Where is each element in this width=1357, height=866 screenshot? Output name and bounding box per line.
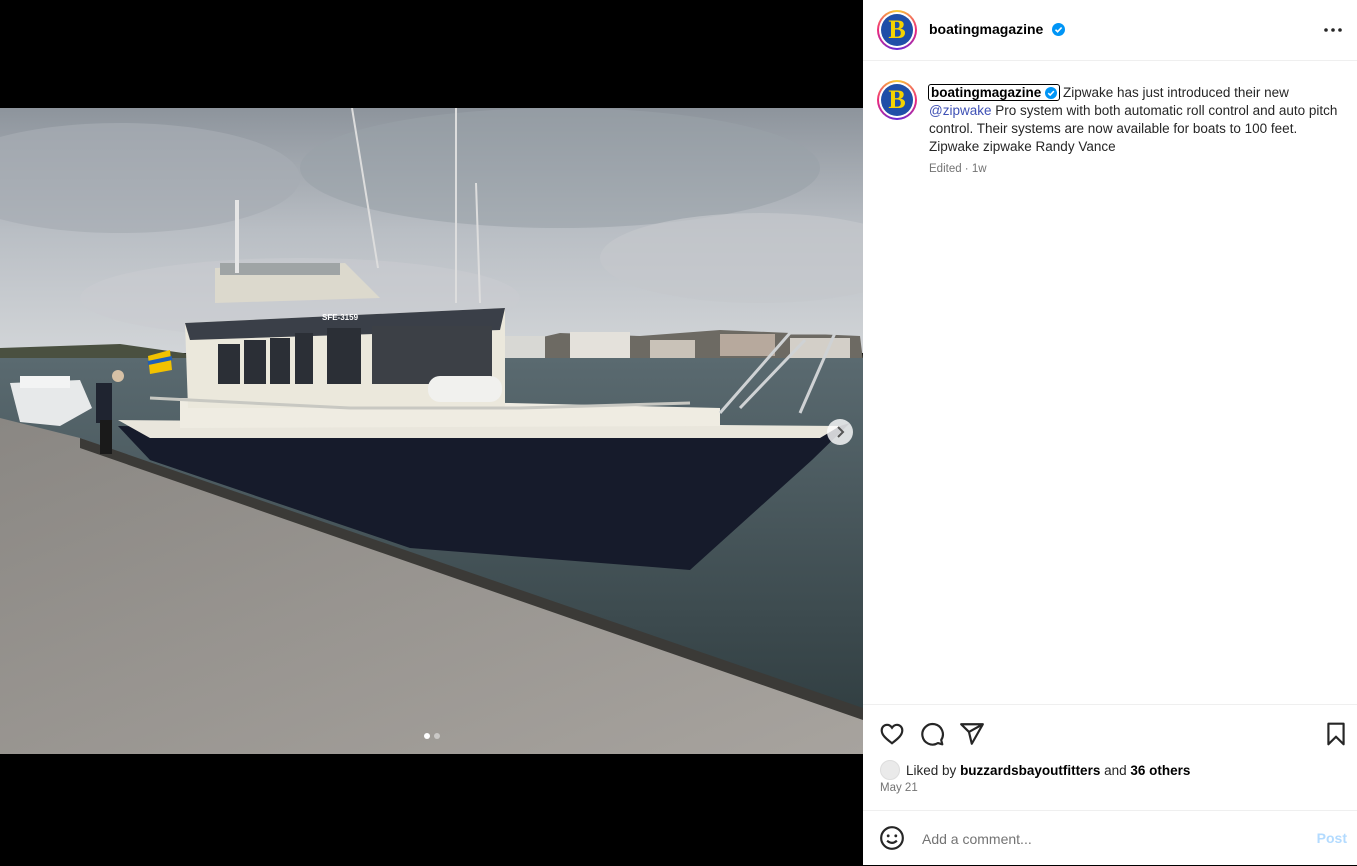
liked-by-user-link[interactable]: buzzardsbayoutfitters	[960, 763, 1100, 778]
carousel-next-button[interactable]	[827, 419, 853, 445]
likes-prefix: Liked by	[906, 762, 957, 778]
hull-registration-text: SFE-3159	[322, 313, 359, 322]
likes-summary: Liked by buzzardsbayoutfitters and 36 ot…	[880, 760, 1190, 780]
heart-icon[interactable]	[879, 721, 905, 747]
caption-text-part-2: Pro system with both automatic roll cont…	[929, 103, 1338, 154]
avatar[interactable]: B	[877, 10, 917, 50]
caption-meta: Edited · 1w	[929, 163, 987, 175]
caption-username[interactable]: boatingmagazine	[927, 84, 1061, 101]
avatar-letter: B	[888, 15, 906, 44]
bookmark-icon[interactable]	[1323, 721, 1349, 747]
post-comment-button[interactable]: Post	[1317, 830, 1347, 846]
post-date[interactable]: May 21	[880, 782, 918, 794]
post-author-username[interactable]: boatingmagazine	[929, 21, 1043, 37]
caption-avatar[interactable]: B	[877, 80, 917, 120]
post-photo[interactable]: SFE-3159	[0, 108, 863, 754]
liker-avatar[interactable]	[880, 760, 900, 780]
more-options-icon[interactable]	[1323, 20, 1343, 40]
likes-others-link[interactable]: 36 others	[1130, 763, 1190, 778]
comment-input[interactable]	[920, 827, 1304, 851]
post-media: SFE-3159	[0, 0, 863, 865]
carousel-dot-2	[433, 733, 440, 739]
post-actions-bar	[863, 704, 1357, 765]
comment-icon[interactable]	[919, 721, 945, 747]
post-caption: boatingmagazine Zipwake has just introdu…	[927, 84, 1347, 156]
caption-mention-link[interactable]: @zipwake	[929, 103, 991, 118]
emoji-icon[interactable]	[879, 825, 905, 851]
carousel-indicator	[0, 733, 863, 739]
boat-photo-illustration: SFE-3159	[0, 108, 863, 754]
caption-text-part-1: Zipwake has just introduced their new	[1059, 85, 1289, 100]
post-side-panel: B boatingmagazine B boatingmagazine Zipw…	[863, 0, 1357, 865]
caption-avatar-letter: B	[888, 85, 906, 114]
post-header: B boatingmagazine	[863, 0, 1357, 61]
comment-bar: Post	[863, 810, 1357, 866]
share-icon[interactable]	[959, 721, 985, 747]
verified-badge-icon	[1051, 23, 1065, 36]
chevron-right-icon	[837, 426, 845, 438]
carousel-dot-1	[423, 733, 430, 739]
likes-and: and	[1104, 762, 1127, 778]
verified-badge-icon	[1045, 87, 1058, 99]
